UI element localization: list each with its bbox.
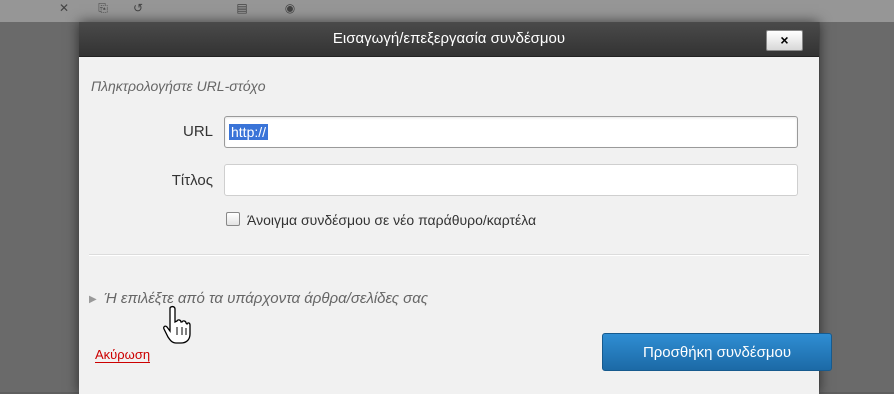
title-input[interactable] xyxy=(224,164,798,196)
link-icon: ⎘ xyxy=(98,1,108,15)
new-window-label[interactable]: Άνοιγμα συνδέσμου σε νέο παράθυρο/καρτέλ… xyxy=(247,212,536,228)
cancel-link[interactable]: Ακύρωση xyxy=(95,347,151,363)
new-window-checkbox[interactable] xyxy=(226,212,240,226)
document-icon: ▤ xyxy=(236,1,248,15)
section-divider xyxy=(89,254,809,256)
help-icon: ◉ xyxy=(284,1,296,15)
title-label: Τίτλος xyxy=(171,172,213,189)
dialog-title: Εισαγωγή/επεξεργασία συνδέσμου xyxy=(332,30,566,47)
url-prompt: Πληκτρολογήστε URL-στόχο xyxy=(91,78,266,94)
url-label: URL xyxy=(182,123,213,140)
insert-link-dialog: Εισαγωγή/επεξεργασία συνδέσμου × Πληκτρο… xyxy=(79,22,832,394)
url-input[interactable]: http:// xyxy=(224,116,798,148)
editor-toolbar-background: ✕ ⎘ ↺ ▤ ◉ xyxy=(0,0,894,22)
hand-pointer-icon xyxy=(163,305,191,344)
close-button[interactable]: × xyxy=(766,30,803,51)
existing-content-toggle[interactable]: Ή επιλέξτε από τα υπάρχοντα άρθρα/σελίδε… xyxy=(104,290,428,307)
add-link-button[interactable]: Προσθήκη συνδέσμου xyxy=(602,333,832,371)
editor-background-left xyxy=(0,22,80,392)
dialog-titlebar: Εισαγωγή/επεξεργασία συνδέσμου × xyxy=(79,22,819,57)
expand-arrow-icon[interactable]: ▶ xyxy=(89,294,97,305)
undo-icon: ↺ xyxy=(132,1,144,15)
close-x-icon: ✕ xyxy=(58,1,70,15)
url-input-value: http:// xyxy=(229,124,269,140)
